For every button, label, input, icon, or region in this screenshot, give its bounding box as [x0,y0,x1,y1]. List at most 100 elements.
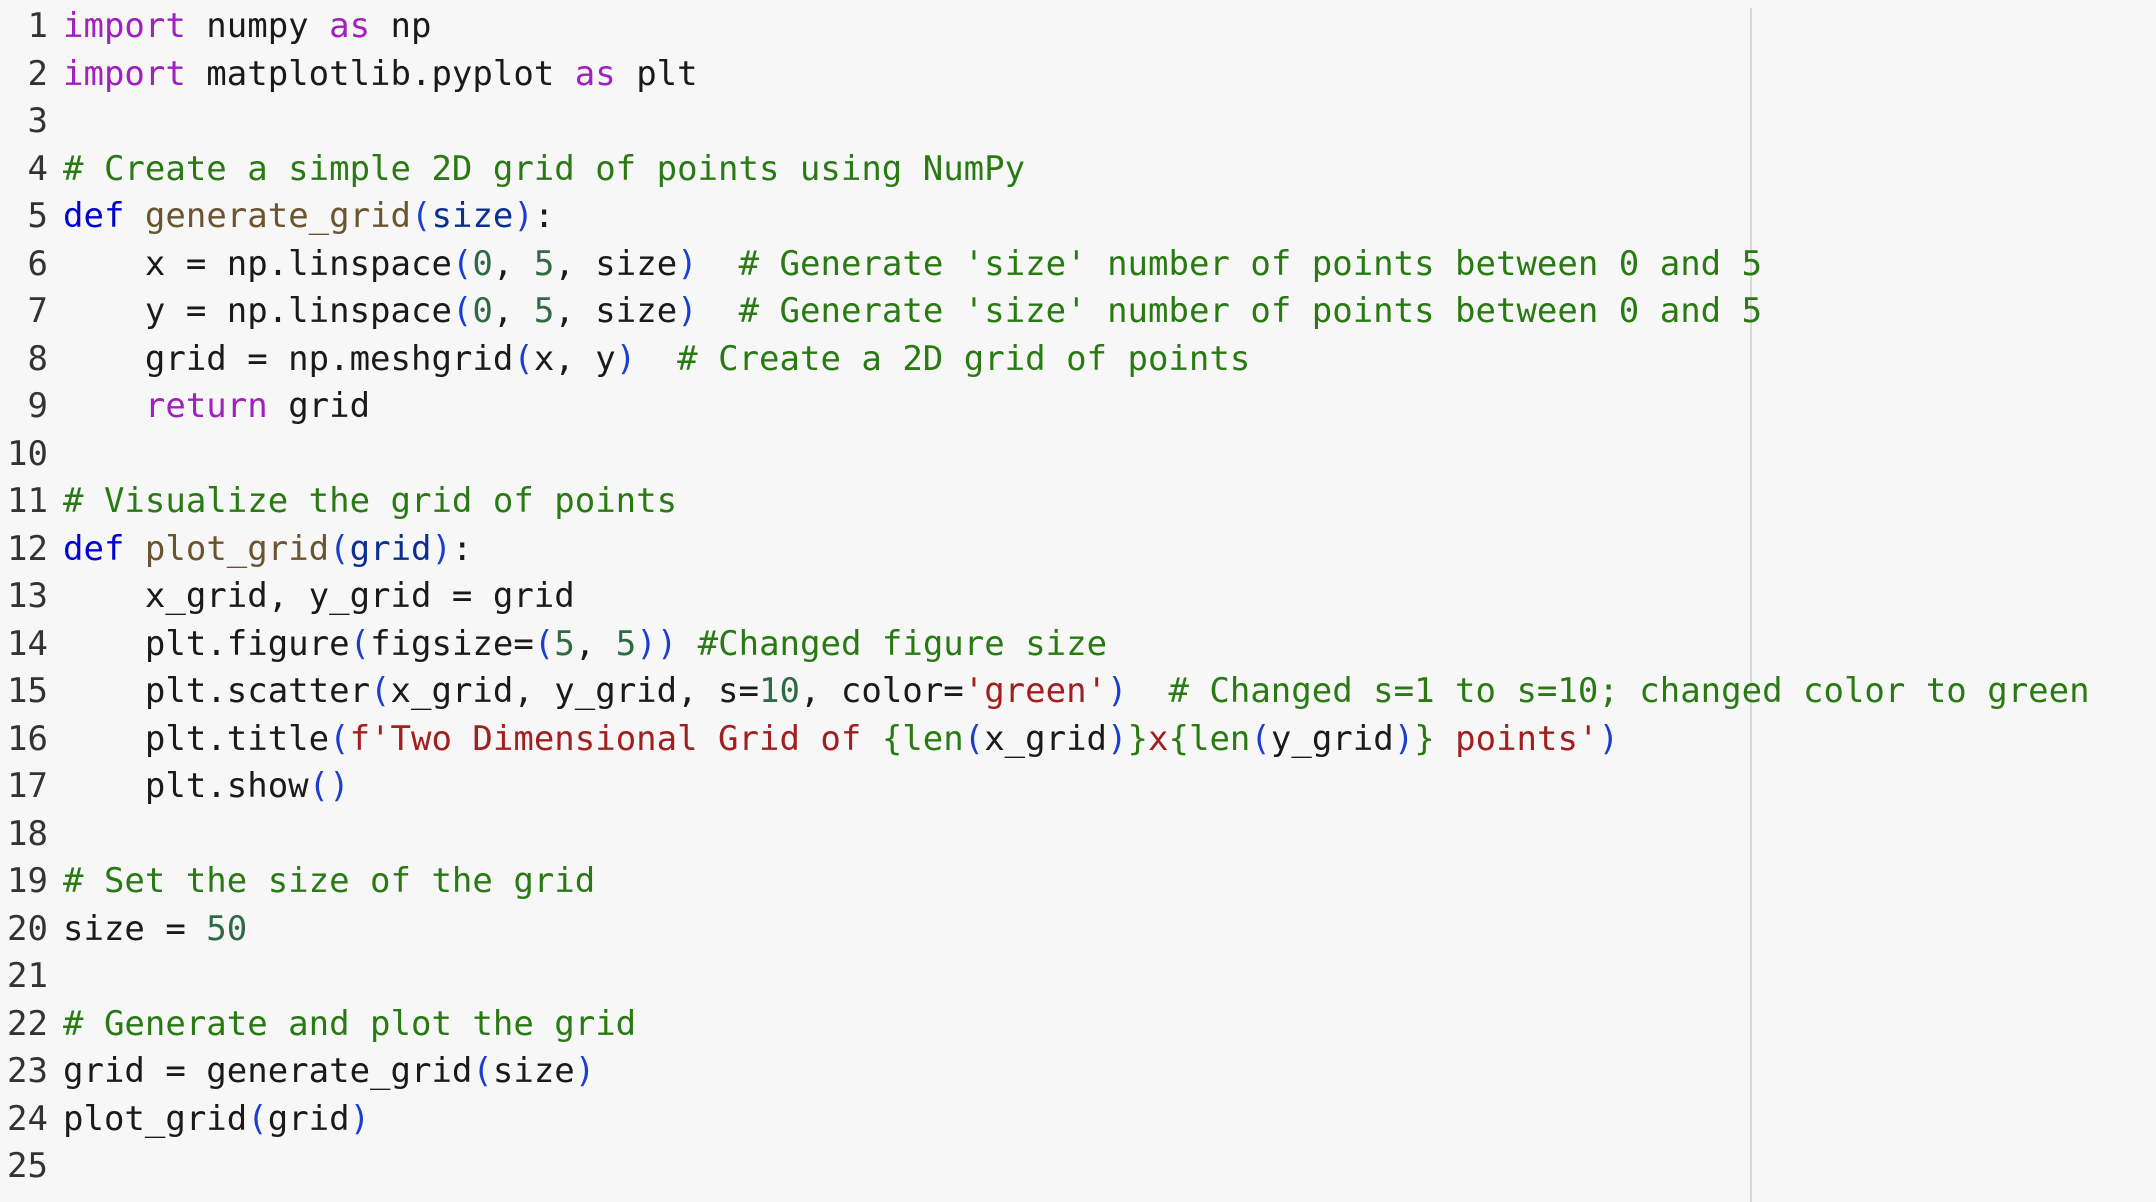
code-token: size [431,196,514,236]
code-text[interactable]: plot_grid(grid) [63,1096,370,1144]
line-number: 15 [7,671,48,711]
code-token: ) [574,1051,596,1091]
code-token: generate_grid [144,196,412,236]
code-token: y = np.linspace [63,291,452,331]
code-token: plot_grid [63,1098,248,1139]
code-token: ( [370,671,391,711]
code-token: grid [267,1098,350,1139]
line-number: 21 [7,956,48,996]
code-token: ) [1107,718,1128,759]
code-token: ( [411,196,432,236]
code-token: as [329,6,371,46]
code-token: : [452,528,473,569]
code-token: def [63,528,125,569]
code-text[interactable]: grid = generate_grid(size) [63,1048,595,1096]
code-token: { [1168,718,1189,759]
line-number: 8 [27,338,48,379]
code-text[interactable]: plt.title(f'Two Dimensional Grid of {len… [63,716,1619,764]
code-token: x_grid [984,718,1108,759]
code-token: # Generate and plot the grid [63,1003,637,1044]
line-number: 25 [7,1146,48,1186]
code-token: )) [636,623,678,664]
code-token: 5 [615,623,637,664]
code-token: ( [513,338,534,379]
code-token: ( [247,1098,268,1139]
code-text[interactable]: # Visualize the grid of points [63,478,677,526]
code-token: return [144,386,268,426]
code-text[interactable]: plt.scatter(x_grid, y_grid, s=10, color=… [63,668,2090,716]
line-number: 7 [27,291,48,331]
code-text[interactable]: grid = np.meshgrid(x, y) # Create a 2D g… [63,336,1250,384]
code-token: x_grid, y_grid = grid [63,576,575,616]
line-number: 2 [27,53,48,94]
code-token: plot_grid [144,528,330,569]
code-token: numpy [185,6,330,46]
code-token: x = np.linspace [63,243,452,284]
code-token: 10 [759,671,800,711]
line-number: 19 [7,861,48,901]
line-length-ruler [1750,8,1752,1202]
code-token: plt [615,53,698,94]
code-token: np [370,6,432,46]
code-token: # Generate 'size' number of points betwe… [738,291,1763,331]
code-token: f'Two Dimensional Grid of [349,718,882,759]
code-token: ) [431,528,452,569]
code-token: : [533,196,555,236]
code-token: 5 [533,291,555,331]
code-token: 50 [206,908,248,949]
code-text[interactable]: return grid [63,383,370,431]
code-token: ( [349,623,371,664]
code-text[interactable]: plt.figure(figsize=(5, 5)) #Changed figu… [63,621,1107,669]
code-token: grid = np.meshgrid [63,338,514,379]
code-text[interactable]: # Create a simple 2D grid of points usin… [63,146,1025,194]
code-text[interactable]: size = 50 [63,906,247,954]
code-token: #Changed figure size [697,623,1108,664]
code-text[interactable]: import matplotlib.pyplot as plt [63,51,698,99]
code-editor[interactable]: 1 import numpy as np 2 import matplotlib.py… [0,0,2156,1202]
line-number: 5 [27,196,48,236]
code-token: 0 [472,243,493,284]
code-text[interactable]: x = np.linspace(0, 5, size) # Generate '… [63,241,1762,289]
code-token: () [308,766,350,806]
code-token: , size [554,291,678,331]
code-token: ( [451,291,473,331]
code-token: ( [533,623,555,664]
line-number: 23 [7,1051,48,1091]
code-token: size = [63,908,207,949]
code-token: points' [1434,718,1599,759]
code-text[interactable]: def plot_grid(grid): [63,526,472,574]
line-number: 3 [27,101,48,141]
code-token: plt.show [63,766,309,806]
line-number: 6 [27,243,48,284]
code-text[interactable]: x_grid, y_grid = grid [63,573,575,621]
code-token: # Create a 2D grid of points [677,338,1251,379]
code-token: figsize= [370,623,534,664]
code-token: grid = generate_grid [63,1051,473,1091]
code-text[interactable]: import numpy as np [63,3,432,51]
code-token: 5 [533,243,555,284]
code-token: y_grid [1270,718,1394,759]
code-token: ) [1598,718,1619,759]
code-token: # Set the size of the grid [63,861,596,901]
code-token: # Create a simple 2D grid of points usin… [63,148,1026,189]
code-token: , size [554,243,678,284]
line-number: 11 [7,481,48,521]
code-text[interactable]: y = np.linspace(0, 5, size) # Generate '… [63,288,1762,336]
code-token: plt.scatter [63,671,371,711]
code-token: , [492,291,534,331]
code-text[interactable]: plt.show() [63,763,350,811]
code-token: ( [1250,718,1271,759]
code-text[interactable]: # Generate and plot the grid [63,1001,636,1049]
code-token: matplotlib.pyplot [185,53,575,94]
code-text[interactable]: # Set the size of the grid [63,858,595,906]
code-token: ) [677,291,698,331]
code-token: ( [472,1051,493,1091]
code-token: { [881,718,903,759]
code-text[interactable]: def generate_grid(size): [63,193,554,241]
code-token: # Changed s=1 to s=10; changed color to … [1168,671,2090,711]
line-number: 16 [7,718,48,759]
line-number: 13 [7,576,48,616]
